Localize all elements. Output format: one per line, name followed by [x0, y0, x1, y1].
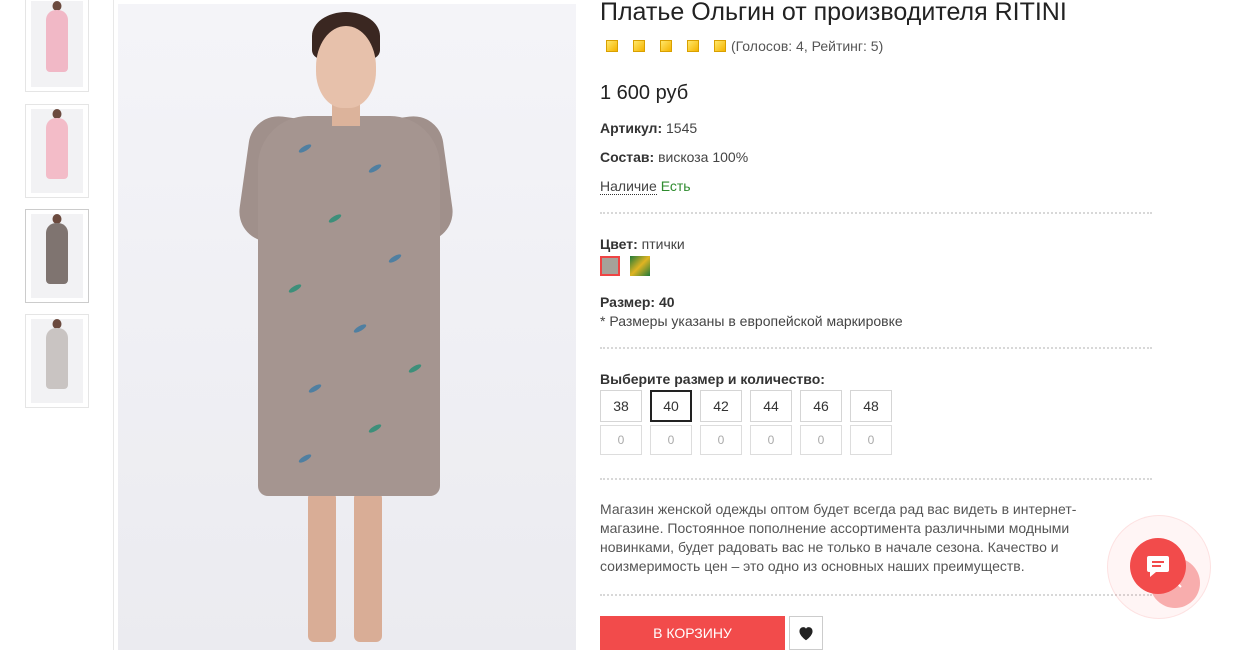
bird-print [307, 382, 323, 395]
model-leg-right [354, 492, 382, 642]
bird-print [387, 252, 403, 265]
product-price: 1 600 руб [600, 82, 689, 104]
qty-input-38[interactable]: 0 [600, 425, 642, 455]
star-icon[interactable] [660, 40, 672, 52]
star-icon[interactable] [606, 40, 618, 52]
heart-icon [799, 627, 813, 641]
size-label: Размер: [600, 294, 656, 310]
choose-size-text: Выберите размер и количество: [600, 371, 825, 387]
size-option: 40 0 [650, 390, 692, 455]
chat-icon [1147, 556, 1169, 577]
composition-value: вискоза 100% [658, 149, 749, 165]
article-row: Артикул: 1545 [600, 120, 697, 136]
choose-size-label: Выберите размер и количество: [600, 371, 825, 387]
availability-value: Есть [660, 178, 691, 194]
size-button-44[interactable]: 44 [750, 390, 792, 422]
color-value: птички [641, 236, 685, 252]
product-title: Платье Ольгин от производителя RITINI [600, 0, 1067, 26]
qty-input-48[interactable]: 0 [850, 425, 892, 455]
qty-input-42[interactable]: 0 [700, 425, 742, 455]
thumbnail-4[interactable] [25, 314, 89, 408]
qty-input-46[interactable]: 0 [800, 425, 842, 455]
availability-label[interactable]: Наличие [600, 178, 657, 195]
bird-print [287, 282, 303, 295]
size-button-38[interactable]: 38 [600, 390, 642, 422]
size-option: 46 0 [800, 390, 842, 455]
size-option: 48 0 [850, 390, 892, 455]
size-row: Размер: 40 [600, 294, 675, 310]
main-product-image[interactable] [118, 4, 576, 650]
chat-button[interactable] [1130, 538, 1186, 594]
size-button-40[interactable]: 40 [650, 390, 692, 422]
thumbnail-2[interactable] [25, 104, 89, 198]
add-to-cart-button[interactable]: В КОРЗИНУ [600, 616, 785, 650]
thumbnail-figure [46, 222, 68, 284]
gallery-divider [113, 0, 114, 650]
divider [600, 478, 1152, 480]
article-value: 1545 [666, 120, 698, 136]
bird-print [367, 162, 383, 175]
color-swatch-green[interactable] [630, 256, 650, 276]
size-note: * Размеры указаны в европейской маркиров… [600, 313, 903, 329]
size-option: 42 0 [700, 390, 742, 455]
rating[interactable]: (Голосов: 4, Рейтинг: 5) [606, 38, 883, 54]
model-leg-left [308, 492, 336, 642]
size-selector: 38 0 40 0 42 0 44 0 46 0 48 0 [600, 390, 900, 455]
thumbnail-figure [46, 117, 68, 179]
bird-print [297, 452, 313, 465]
composition-row: Состав: вискоза 100% [600, 149, 748, 165]
article-label: Артикул: [600, 120, 663, 136]
size-button-46[interactable]: 46 [800, 390, 842, 422]
availability-row: Наличие Есть [600, 178, 691, 195]
composition-label: Состав: [600, 149, 655, 165]
bird-print [407, 362, 423, 375]
bird-print [352, 322, 368, 335]
rating-votes: (Голосов: 4, Рейтинг: 5) [731, 38, 884, 54]
size-option: 44 0 [750, 390, 792, 455]
thumbnail-1[interactable] [25, 0, 89, 92]
star-icon[interactable] [714, 40, 726, 52]
color-label: Цвет: [600, 236, 638, 252]
model-head [316, 26, 376, 108]
divider [600, 594, 1152, 596]
bird-print [297, 142, 313, 155]
size-value: 40 [658, 294, 675, 310]
size-button-42[interactable]: 42 [700, 390, 742, 422]
product-description: Магазин женской одежды оптом будет всегд… [600, 501, 1077, 574]
divider [600, 347, 1152, 349]
color-row: Цвет: птички [600, 236, 685, 252]
thumbnail-figure [46, 327, 68, 389]
qty-input-40[interactable]: 0 [650, 425, 692, 455]
size-button-48[interactable]: 48 [850, 390, 892, 422]
bird-print [327, 212, 343, 225]
thumbnail-3-active[interactable] [25, 209, 89, 303]
qty-input-44[interactable]: 0 [750, 425, 792, 455]
size-option: 38 0 [600, 390, 642, 455]
thumbnail-figure [46, 10, 68, 73]
star-icon[interactable] [687, 40, 699, 52]
color-swatch-birds[interactable] [600, 256, 620, 276]
dress-body [258, 116, 440, 496]
bird-print [367, 422, 383, 435]
favorite-button[interactable] [789, 616, 823, 650]
star-icon[interactable] [633, 40, 645, 52]
divider [600, 212, 1152, 214]
